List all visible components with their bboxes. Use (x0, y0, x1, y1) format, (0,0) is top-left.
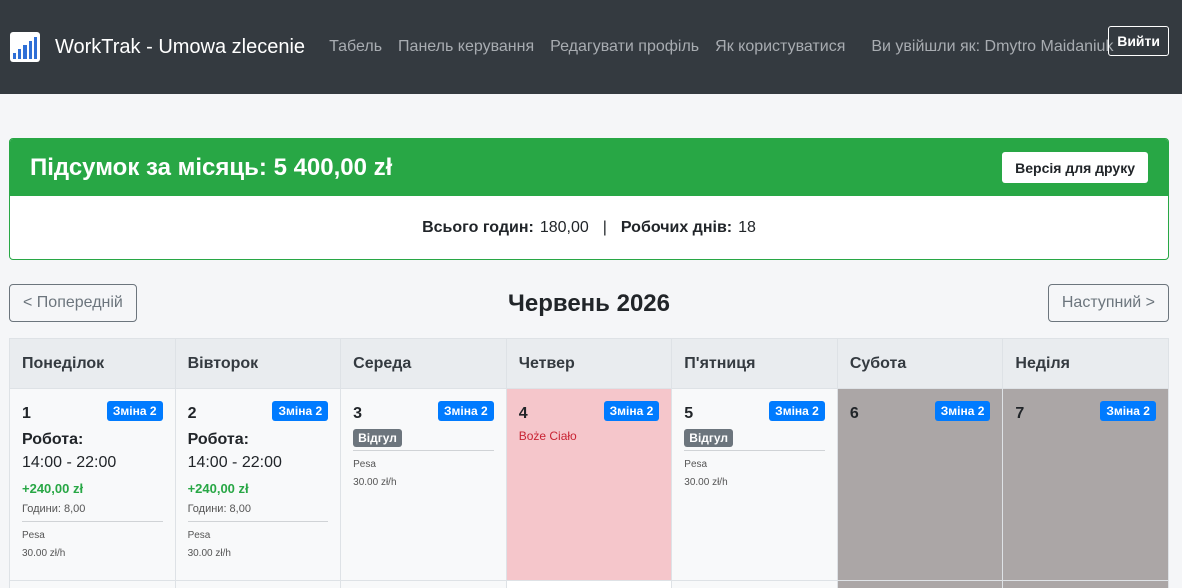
hourly-rate: 30.00 zł/h (187, 548, 231, 559)
work-label: Робота: (187, 431, 249, 448)
shift-badge: Зміна 2 (1100, 401, 1156, 421)
next-month-button[interactable]: Наступний > (1047, 284, 1169, 322)
nav-link-help[interactable]: Як користуватися (715, 38, 845, 56)
shift-badge: Зміна 2 (769, 401, 825, 421)
rate-name: Pesa (187, 530, 211, 541)
hours-worked: Години: 8,00 (187, 503, 329, 522)
bar-chart-icon (10, 32, 40, 62)
navbar: WorkTrak - Umowa zlecenie Табель Панель … (0, 0, 1182, 94)
day-off-badge: Відгул (684, 429, 734, 447)
calendar-day-weekend[interactable]: 7 Зміна 2 (1003, 389, 1169, 581)
calendar-day[interactable] (672, 581, 838, 588)
hourly-rate: 30.00 zł/h (353, 477, 397, 488)
calendar-day[interactable]: 3 Зміна 2 Відгул Pesa 30.00 zł/h (341, 389, 507, 581)
nav-link-edit-profile[interactable]: Редагувати профіль (550, 38, 699, 56)
rate-name: Pesa (353, 459, 376, 470)
calendar-day-weekend[interactable] (837, 581, 1004, 588)
hourly-rate: 30.00 zł/h (22, 548, 66, 559)
weekday-header: Четвер (506, 339, 673, 389)
logout-button[interactable]: Вийти (1108, 26, 1169, 56)
weekday-header: Вівторок (175, 339, 342, 389)
calendar-day[interactable]: 1 Зміна 2 Робота: 14:00 - 22:00 +240,00 … (10, 389, 176, 581)
print-version-button[interactable]: Версія для друку (1002, 152, 1148, 183)
day-off-badge: Відгул (353, 429, 402, 447)
weekday-header: Понеділок (10, 339, 176, 389)
divider (684, 450, 825, 451)
weekday-header: Неділя (1003, 339, 1169, 389)
rate-name: Pesa (684, 459, 708, 470)
weekday-header: Середа (341, 339, 507, 389)
calendar-day[interactable] (506, 581, 673, 588)
shift-badge: Зміна 2 (603, 401, 660, 421)
shift-badge: Зміна 2 (934, 401, 991, 421)
holiday-name: Boże Ciało (518, 429, 577, 443)
summary-separator: | (602, 219, 607, 236)
calendar-day[interactable] (341, 581, 507, 588)
shift-badge: Зміна 2 (272, 401, 329, 421)
rate-name: Pesa (22, 530, 45, 541)
work-time: 14:00 - 22:00 (187, 454, 282, 471)
earnings: +240,00 zł (22, 481, 84, 496)
weekday-header: Субота (837, 339, 1004, 389)
earnings: +240,00 zł (187, 481, 249, 496)
nav-link-timesheet[interactable]: Табель (329, 38, 382, 56)
calendar-day[interactable]: 2 Зміна 2 Робота: 14:00 - 22:00 +240,00 … (175, 389, 342, 581)
calendar-day[interactable] (10, 581, 176, 588)
hours-worked: Години: 8,00 (22, 503, 163, 522)
brand-title[interactable]: WorkTrak - Umowa zlecenie (55, 36, 305, 59)
month-summary-card: Підсумок за місяць: 5 400,00 zł Версія д… (9, 138, 1169, 260)
shift-badge: Зміна 2 (106, 401, 163, 421)
calendar-day-weekend[interactable]: 6 Зміна 2 (837, 389, 1004, 581)
summary-title: Підсумок за місяць: 5 400,00 zł (30, 153, 393, 181)
nav-link-dashboard[interactable]: Панель керування (398, 38, 534, 56)
work-days-label: Робочих днів: (620, 219, 733, 236)
calendar-day-weekend[interactable] (1003, 581, 1169, 588)
calendar-day[interactable] (175, 581, 342, 588)
summary-body: Всього годин: 180,00 | Робочих днів: 18 (10, 196, 1168, 259)
shift-badge: Зміна 2 (438, 401, 494, 421)
weekday-header: П'ятниця (672, 339, 838, 389)
month-title: Червень 2026 (508, 290, 670, 317)
total-hours-value: 180,00 (539, 219, 589, 236)
calendar-day[interactable]: 5 Зміна 2 Відгул Pesa 30.00 zł/h (672, 389, 838, 581)
total-hours-label: Всього годин: (422, 219, 534, 236)
month-navigation: < Попередній Червень 2026 Наступний > (9, 284, 1169, 322)
work-label: Робота: (22, 431, 84, 448)
hourly-rate: 30.00 zł/h (684, 477, 728, 488)
logged-in-user: Ви увійшли як: Dmytro Maidaniuk (871, 38, 1114, 55)
summary-header: Підсумок за місяць: 5 400,00 zł Версія д… (10, 139, 1168, 196)
work-days-value: 18 (738, 219, 756, 236)
calendar-day-holiday[interactable]: 4 Зміна 2 Boże Ciało (506, 389, 673, 581)
calendar-grid: Понеділок Вівторок Середа Четвер П'ятниц… (9, 338, 1169, 588)
divider (353, 450, 494, 451)
work-time: 14:00 - 22:00 (22, 454, 117, 471)
